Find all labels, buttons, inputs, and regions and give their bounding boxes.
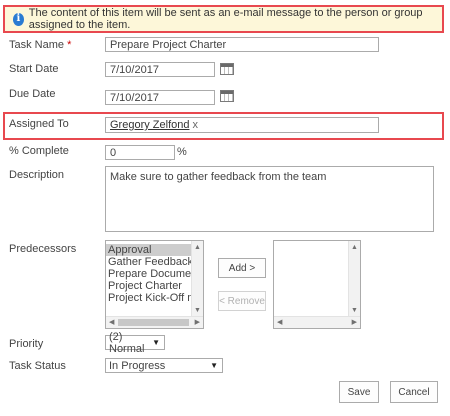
assigned-to-people-picker[interactable]: Gregory Zelfond x bbox=[105, 117, 379, 133]
due-date-calendar-icon[interactable] bbox=[220, 90, 234, 102]
task-name-label: Task Name * bbox=[9, 39, 71, 51]
selected-vertical-scrollbar[interactable]: ▲ ▼ bbox=[348, 241, 360, 316]
selected-horizontal-scrollbar[interactable]: ◀ ▶ bbox=[274, 316, 360, 328]
start-date-calendar-icon[interactable] bbox=[220, 63, 234, 75]
percent-complete-value: 0 bbox=[110, 146, 117, 159]
due-date-value: 7/10/2017 bbox=[110, 91, 159, 104]
percent-unit: % bbox=[177, 146, 187, 158]
scroll-down-icon[interactable]: ▼ bbox=[194, 307, 201, 314]
percent-complete-input[interactable]: 0 bbox=[105, 145, 175, 160]
dropdown-arrow-icon: ▼ bbox=[210, 361, 218, 370]
task-status-value: In Progress bbox=[109, 359, 166, 372]
task-status-label: Task Status bbox=[9, 360, 66, 372]
due-date-label: Due Date bbox=[9, 88, 56, 100]
remove-person-icon[interactable]: x bbox=[192, 119, 198, 131]
save-button[interactable]: Save bbox=[339, 381, 379, 403]
scroll-left-icon[interactable]: ◀ bbox=[109, 319, 114, 326]
available-horizontal-scrollbar[interactable]: ◀ ▶ bbox=[106, 316, 203, 328]
scroll-down-icon[interactable]: ▼ bbox=[351, 307, 358, 314]
scroll-up-icon[interactable]: ▲ bbox=[194, 244, 201, 251]
list-item[interactable]: Project Charter bbox=[106, 280, 203, 292]
predecessors-selected-list[interactable]: ▲ ▼ ◀ ▶ bbox=[273, 240, 361, 329]
task-name-label-text: Task Name bbox=[9, 39, 65, 51]
description-textarea[interactable]: Make sure to gather feedback from the te… bbox=[105, 166, 434, 232]
horizontal-scroll-thumb[interactable] bbox=[118, 319, 189, 326]
list-item[interactable]: Project Kick-Off meet bbox=[106, 292, 203, 304]
assigned-person-link[interactable]: Gregory Zelfond bbox=[110, 119, 189, 131]
start-date-input[interactable]: 7/10/2017 bbox=[105, 62, 215, 77]
info-icon: i bbox=[13, 12, 24, 26]
priority-value: (2) Normal bbox=[109, 330, 145, 355]
description-value: Make sure to gather feedback from the te… bbox=[110, 171, 327, 183]
start-date-label: Start Date bbox=[9, 63, 59, 75]
task-status-select[interactable]: In Progress ▼ bbox=[105, 358, 223, 373]
predecessors-available-list[interactable]: Approval Gather Feedback Prepare Documen… bbox=[105, 240, 204, 329]
priority-label: Priority bbox=[9, 338, 44, 350]
dropdown-arrow-icon: ▼ bbox=[152, 338, 160, 347]
due-date-input[interactable]: 7/10/2017 bbox=[105, 90, 215, 105]
remove-predecessor-button[interactable]: < Remove bbox=[218, 291, 266, 311]
predecessors-label: Predecessors bbox=[9, 243, 77, 255]
priority-select[interactable]: (2) Normal ▼ bbox=[105, 331, 165, 355]
scroll-right-icon[interactable]: ▶ bbox=[195, 319, 200, 326]
assigned-to-label: Assigned To bbox=[9, 118, 69, 130]
list-item[interactable]: Prepare Document bbox=[106, 268, 203, 280]
list-item[interactable]: Approval bbox=[106, 244, 203, 256]
task-name-value: Prepare Project Charter bbox=[110, 38, 227, 51]
email-notice-banner: i The content of this item will be sent … bbox=[3, 5, 444, 33]
cancel-button[interactable]: Cancel bbox=[390, 381, 438, 403]
scroll-up-icon[interactable]: ▲ bbox=[351, 244, 358, 251]
email-notice-text: The content of this item will be sent as… bbox=[28, 7, 423, 31]
percent-complete-label: % Complete bbox=[9, 145, 69, 157]
start-date-value: 7/10/2017 bbox=[110, 63, 159, 76]
required-mark: * bbox=[67, 39, 72, 51]
available-items: Approval Gather Feedback Prepare Documen… bbox=[106, 241, 203, 304]
list-item[interactable]: Gather Feedback bbox=[106, 256, 203, 268]
task-name-input[interactable]: Prepare Project Charter bbox=[105, 37, 379, 52]
add-predecessor-button[interactable]: Add > bbox=[218, 258, 266, 278]
description-label: Description bbox=[9, 169, 65, 181]
scroll-left-icon[interactable]: ◀ bbox=[277, 319, 282, 326]
available-vertical-scrollbar[interactable]: ▲ ▼ bbox=[191, 241, 203, 316]
scroll-right-icon[interactable]: ▶ bbox=[352, 319, 357, 326]
